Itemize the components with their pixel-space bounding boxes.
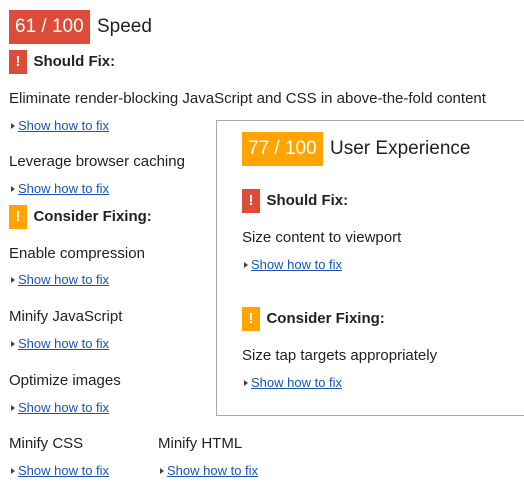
ux-should-fix-heading: ! Should Fix: [242, 189, 348, 213]
ux-should-fix-label: Should Fix: [266, 192, 349, 209]
speed-should-fix-heading: ! Should Fix: [9, 50, 115, 74]
exclamation-icon: ! [9, 50, 27, 74]
show-how-to-fix-link[interactable]: Show how to fix [11, 335, 109, 353]
show-how-to-fix-link[interactable]: Show how to fix [244, 374, 342, 392]
rule-eliminate-render-blocking: Eliminate render-blocking JavaScript and… [9, 90, 486, 107]
triangle-right-icon [11, 277, 15, 283]
show-how-to-fix-link[interactable]: Show how to fix [11, 271, 109, 289]
show-how-to-fix-link[interactable]: Show how to fix [11, 180, 109, 198]
show-how-to-fix-link[interactable]: Show how to fix [244, 256, 342, 274]
speed-consider-fixing-heading: ! Consider Fixing: [9, 205, 152, 229]
triangle-right-icon [244, 380, 248, 386]
triangle-right-icon [160, 468, 164, 474]
rule-optimize-images: Optimize images [9, 372, 121, 389]
rule-minify-html: Minify HTML [158, 435, 243, 452]
show-how-to-fix-link[interactable]: Show how to fix [11, 462, 109, 480]
triangle-right-icon [11, 123, 15, 129]
show-how-to-fix-link[interactable]: Show how to fix [160, 462, 258, 480]
speed-title: Speed [97, 16, 152, 37]
show-how-to-fix-link[interactable]: Show how to fix [11, 399, 109, 417]
exclamation-icon: ! [9, 205, 27, 229]
user-experience-panel: 77 / 100 User Experience ! Should Fix: S… [216, 120, 524, 416]
rule-minify-css: Minify CSS [9, 435, 84, 452]
rule-size-tap-targets: Size tap targets appropriately [242, 347, 438, 364]
speed-should-fix-label: Should Fix: [33, 53, 116, 70]
speed-consider-fixing-label: Consider Fixing: [33, 208, 152, 225]
triangle-right-icon [11, 341, 15, 347]
exclamation-icon: ! [242, 307, 260, 331]
rule-size-content-to-viewport: Size content to viewport [242, 229, 402, 246]
triangle-right-icon [11, 468, 15, 474]
show-how-to-fix-link[interactable]: Show how to fix [11, 117, 109, 135]
rule-leverage-browser-caching: Leverage browser caching [9, 153, 185, 170]
ux-consider-fixing-heading: ! Consider Fixing: [242, 307, 385, 331]
triangle-right-icon [244, 262, 248, 268]
ux-consider-fixing-label: Consider Fixing: [266, 310, 385, 327]
speed-score-badge: 61 / 100 [9, 10, 90, 44]
rule-minify-javascript: Minify JavaScript [9, 308, 123, 325]
triangle-right-icon [11, 186, 15, 192]
rule-enable-compression: Enable compression [9, 245, 145, 262]
triangle-right-icon [11, 405, 15, 411]
ux-title: User Experience [330, 138, 471, 159]
ux-score-badge: 77 / 100 [242, 132, 323, 166]
exclamation-icon: ! [242, 189, 260, 213]
